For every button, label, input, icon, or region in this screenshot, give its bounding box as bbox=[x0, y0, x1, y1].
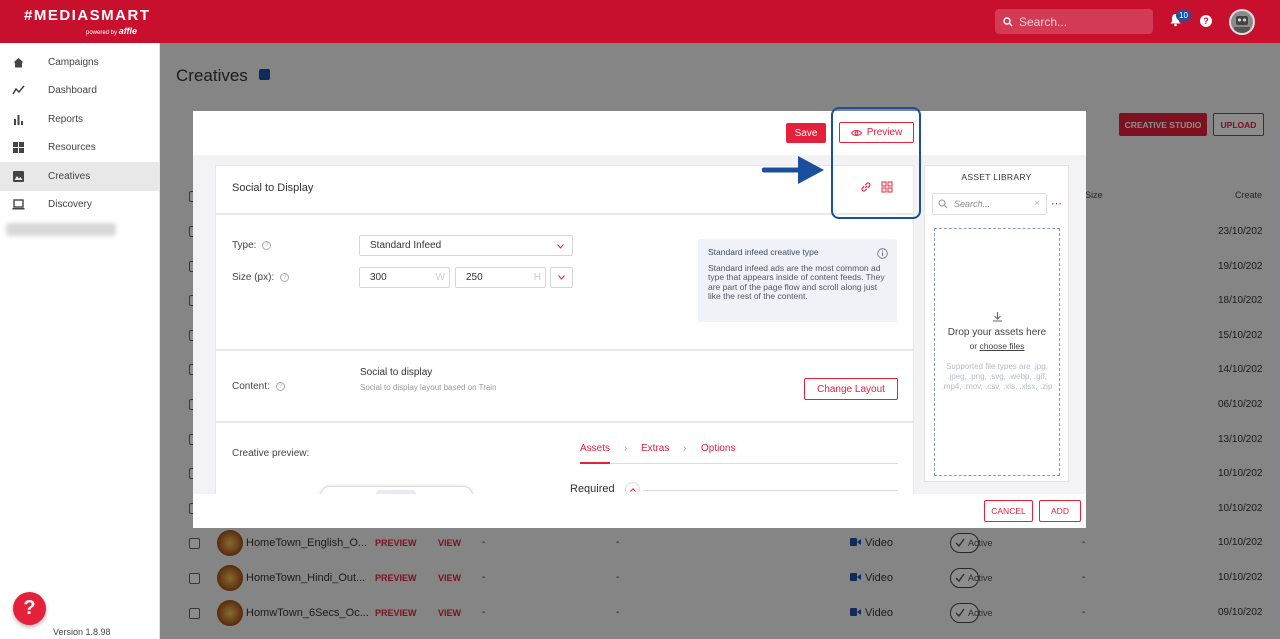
asset-search-input[interactable]: Search... × bbox=[932, 193, 1047, 215]
bar-chart-icon bbox=[14, 114, 23, 125]
info-icon bbox=[877, 248, 888, 259]
creative-preview-label: Creative preview: bbox=[232, 448, 310, 459]
type-value: Standard Infeed bbox=[370, 240, 442, 251]
help-icon[interactable]: ? bbox=[1200, 15, 1212, 27]
grid-icon bbox=[13, 142, 24, 154]
help-circle-icon: ? bbox=[280, 273, 290, 282]
search-placeholder: Search... bbox=[1019, 14, 1068, 29]
divider bbox=[643, 490, 898, 491]
modal-header: Save Preview bbox=[193, 111, 1086, 155]
sidebar-item-label: Reports bbox=[48, 113, 84, 125]
modal-footer: CANCEL ADD bbox=[193, 494, 1086, 528]
active-tab-indicator bbox=[580, 462, 610, 464]
laptop-icon bbox=[12, 199, 25, 210]
type-label: Type:? bbox=[232, 240, 272, 251]
height-value: 250 bbox=[466, 272, 483, 283]
content-title: Social to display bbox=[360, 367, 433, 378]
sidebar-item-discovery[interactable]: Discovery bbox=[0, 191, 159, 220]
tab-assets[interactable]: Assets bbox=[580, 443, 610, 454]
sidebar-item-label: Creatives bbox=[48, 170, 91, 182]
clear-icon[interactable]: × bbox=[1034, 198, 1040, 209]
add-button[interactable]: ADD bbox=[1039, 500, 1081, 522]
height-input[interactable]: 250 H bbox=[455, 267, 546, 288]
sidebar-item-dashboard[interactable]: Dashboard bbox=[0, 77, 159, 106]
change-layout-button[interactable]: Change Layout bbox=[804, 378, 898, 400]
sidebar-item-label: Discovery bbox=[48, 199, 92, 211]
sidebar-item-label: Campaigns bbox=[48, 56, 99, 68]
sidebar-item-reports[interactable]: Reports bbox=[0, 105, 159, 134]
chevron-right-icon: › bbox=[624, 443, 628, 454]
chevron-down-icon bbox=[558, 275, 565, 280]
help-fab-button[interactable]: ? bbox=[13, 592, 46, 625]
cancel-button[interactable]: CANCEL bbox=[984, 500, 1033, 522]
save-button[interactable]: Save bbox=[786, 123, 826, 143]
sidebar-item-resources[interactable]: Resources bbox=[0, 134, 159, 163]
section-title: Social to Display bbox=[232, 182, 314, 194]
user-avatar[interactable] bbox=[1229, 9, 1255, 35]
global-search-input[interactable]: Search... bbox=[995, 9, 1153, 34]
logo-powered-by: powered by affle bbox=[86, 26, 138, 36]
home-icon bbox=[13, 57, 24, 68]
height-unit: H bbox=[533, 272, 541, 283]
asset-search-placeholder: Search... bbox=[954, 199, 991, 209]
sidebar-item-label: Resources bbox=[48, 142, 96, 154]
content-subtitle: Social to display layout based on Train bbox=[360, 383, 497, 392]
size-preset-dropdown[interactable] bbox=[550, 267, 573, 288]
width-value: 300 bbox=[370, 272, 387, 283]
supported-types-text: Supported file types are .jpg, .jpeg, .p… bbox=[941, 362, 1053, 391]
asset-library-panel: ASSET LIBRARY Search... × ⋯ Drop your as… bbox=[924, 165, 1069, 482]
type-select[interactable]: Standard Infeed bbox=[359, 235, 573, 256]
download-icon bbox=[993, 312, 1002, 322]
help-circle-icon: ? bbox=[262, 241, 272, 250]
content-label: Content:? bbox=[232, 381, 285, 392]
drop-text: Drop your assets here bbox=[947, 327, 1047, 338]
chevron-right-icon: › bbox=[683, 443, 687, 454]
required-section-title: Required bbox=[570, 483, 615, 494]
choose-files-line: or choose files bbox=[969, 341, 1025, 351]
tab-extras[interactable]: Extras bbox=[641, 443, 669, 454]
modal-body: Social to Display Type:? Standard Infeed… bbox=[193, 155, 1086, 494]
brand-logo[interactable]: #MEDIASMART powered by affle bbox=[24, 7, 151, 36]
size-label: Size (px):? bbox=[232, 272, 290, 283]
sidebar: Campaigns Dashboard Reports Resources Cr… bbox=[0, 43, 160, 639]
notification-badge: 10 bbox=[1176, 10, 1191, 21]
help-circle-icon: ? bbox=[275, 382, 285, 391]
trend-icon bbox=[12, 85, 25, 95]
search-icon bbox=[938, 199, 948, 209]
top-bar: #MEDIASMART powered by affle Search... 1… bbox=[0, 0, 1280, 43]
phone-preview-frame bbox=[320, 486, 473, 494]
creative-type-info-box: Standard infeed creative type Standard i… bbox=[698, 239, 897, 322]
arrow-right-icon bbox=[762, 156, 824, 184]
image-icon bbox=[13, 170, 24, 182]
more-options-icon[interactable]: ⋯ bbox=[1051, 197, 1062, 210]
blurred-item bbox=[6, 223, 116, 236]
sidebar-item-campaigns[interactable]: Campaigns bbox=[0, 48, 159, 77]
choose-files-link[interactable]: choose files bbox=[980, 341, 1025, 351]
collapse-required-button[interactable] bbox=[625, 482, 640, 494]
asset-library-title: ASSET LIBRARY bbox=[961, 172, 1032, 182]
chevron-down-icon bbox=[557, 244, 564, 249]
asset-drop-zone[interactable]: Drop your assets here or choose files Su… bbox=[934, 228, 1060, 476]
width-unit: W bbox=[435, 272, 445, 283]
create-creative-modal: Save Preview Social to Display Type:? St… bbox=[193, 111, 1086, 528]
version-label: Version 1.8.98 bbox=[53, 627, 111, 637]
logo-text: #MEDIASMART bbox=[24, 7, 151, 24]
highlight-box bbox=[831, 107, 921, 219]
info-text: Standard infeed ads are the most common … bbox=[708, 262, 885, 301]
width-input[interactable]: 300 W bbox=[359, 267, 450, 288]
sidebar-item-label: Dashboard bbox=[48, 85, 97, 97]
chevron-up-icon bbox=[630, 488, 636, 492]
asset-tabs: Assets › Extras › Options bbox=[580, 442, 898, 464]
sidebar-item-creatives[interactable]: Creatives bbox=[0, 162, 159, 191]
info-title: Standard infeed creative type bbox=[708, 247, 819, 257]
tab-options[interactable]: Options bbox=[701, 443, 735, 454]
search-icon bbox=[1003, 16, 1013, 26]
